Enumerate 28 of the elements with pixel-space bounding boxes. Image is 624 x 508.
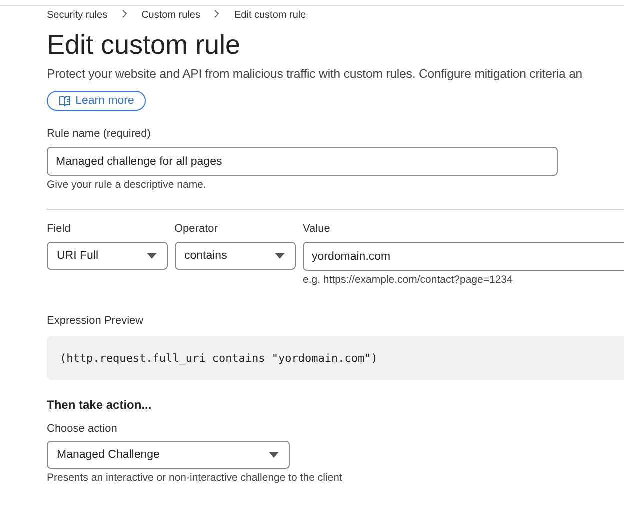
page-title: Edit custom rule (47, 29, 242, 62)
rule-name-input[interactable]: Managed challenge for all pages (47, 147, 558, 176)
field-hint: e.g. https://example.com/contact?page=1234 (303, 273, 514, 287)
breadcrumb-link[interactable]: Custom rules (142, 10, 200, 20)
operator-dropdown[interactable]: contains (174, 242, 296, 270)
expression-preview: (http.request.full_uri contains "yordomain.com") (47, 336, 624, 380)
field-hint: Give your rule a descriptive name. (47, 178, 208, 192)
field-label: Field (47, 222, 72, 236)
breadcrumb-link[interactable]: Security rules (47, 10, 108, 20)
caret-icon (146, 253, 156, 259)
field-label: Operator (174, 222, 219, 236)
section-heading: Then take action... (47, 397, 153, 413)
page-description: Protect your website and API from malicious traffic with custom rules. Configure mitigation criteria an (47, 66, 584, 83)
action-dropdown[interactable]: Managed Challenge (47, 441, 290, 469)
value-input[interactable]: yordomain.com (303, 242, 624, 271)
caret-icon (269, 452, 279, 458)
field-label: Choose action (47, 422, 118, 436)
field-dropdown[interactable]: URI Full (47, 242, 168, 270)
field-label: Expression Preview (47, 314, 145, 328)
book-icon (58, 96, 71, 106)
breadcrumb-current: Edit custom rule (234, 10, 306, 20)
field-hint: Presents an interactive or non-interactive challenge to the client (47, 471, 344, 485)
caret-icon (275, 253, 285, 259)
chevron-icon (122, 10, 128, 20)
learn-more-button[interactable]: Learn more (47, 91, 146, 111)
field-label: Value (303, 222, 332, 236)
field-label: Rule name (required) (47, 127, 152, 141)
chevron-icon (214, 10, 220, 20)
